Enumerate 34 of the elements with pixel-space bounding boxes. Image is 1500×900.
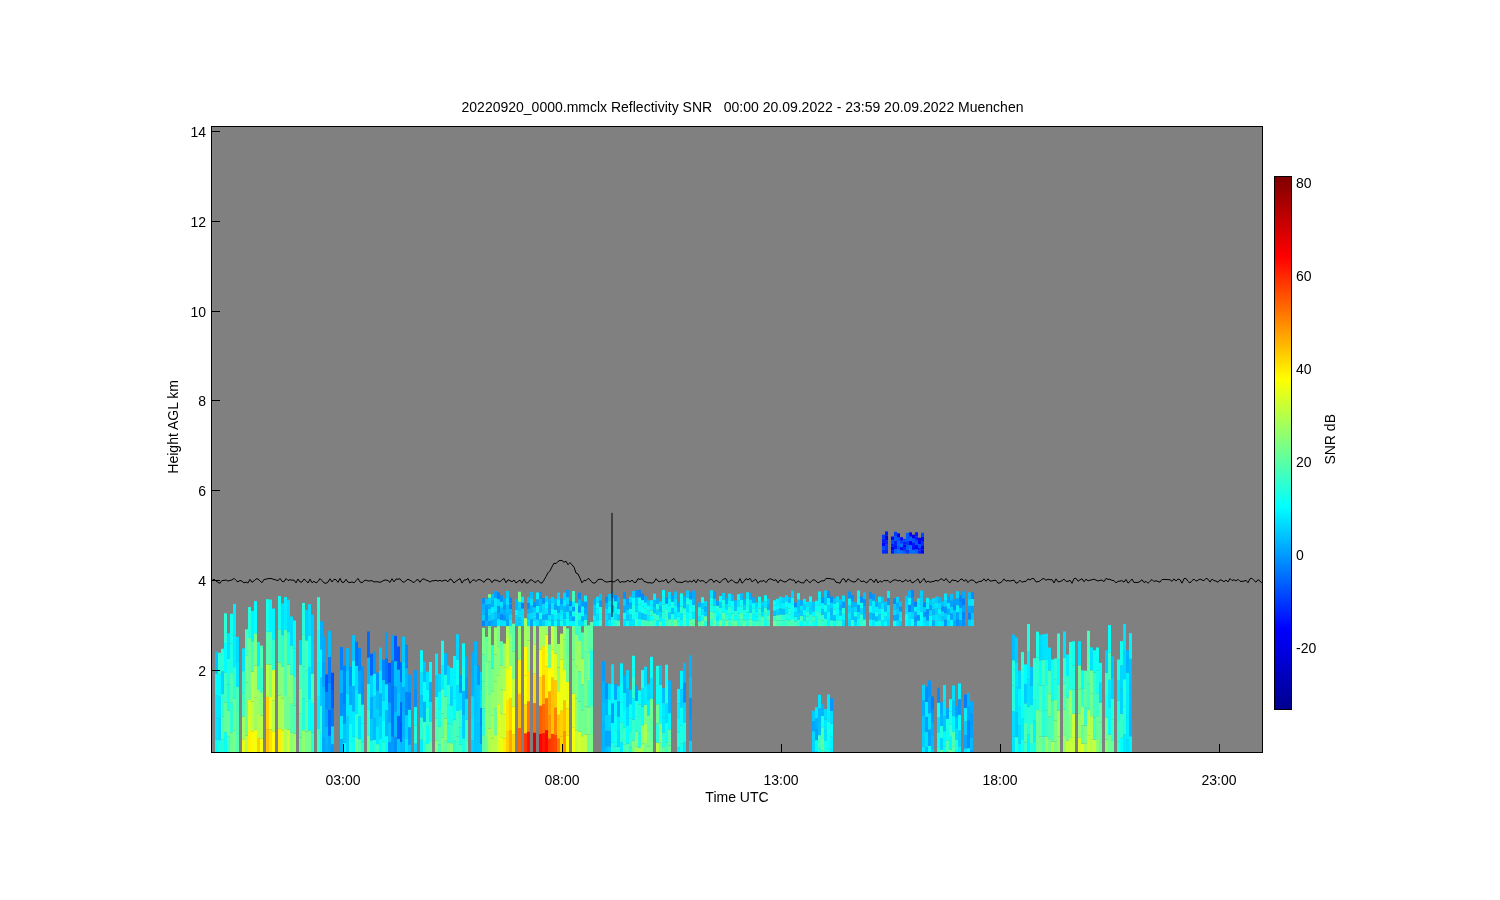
x-tick-label: 18:00 bbox=[981, 771, 1019, 790]
y-tick-label: 12 bbox=[189, 212, 206, 232]
y-tick-mark bbox=[212, 220, 220, 222]
x-axis-label: Time UTC bbox=[704, 788, 770, 807]
colorbar-tick-label: 80 bbox=[1296, 174, 1312, 193]
x-tick-label: 08:00 bbox=[543, 771, 581, 790]
y-tick-label: 14 bbox=[189, 123, 206, 142]
x-tick-mark bbox=[1000, 744, 1001, 752]
y-tick-mark bbox=[212, 131, 220, 132]
y-tick-label: 8 bbox=[197, 392, 206, 412]
x-tick-label: 23:00 bbox=[1200, 771, 1238, 790]
y-tick-mark bbox=[212, 580, 220, 581]
x-tick-label: 13:00 bbox=[762, 771, 800, 790]
y-tick-mark bbox=[212, 400, 220, 402]
x-tick-label: 03:00 bbox=[324, 771, 362, 790]
y-tick-label: 6 bbox=[197, 482, 206, 502]
colorbar-tick-label: 60 bbox=[1296, 267, 1312, 286]
y-axis-label: Height AGL km bbox=[164, 380, 182, 474]
x-tick-mark bbox=[562, 744, 563, 752]
y-tick-mark bbox=[212, 669, 220, 671]
colorbar-tick-label: -20 bbox=[1296, 639, 1317, 658]
chart-title: 20220920_0000.mmclx Reflectivity SNR 00:00 20.09.2022 - 23:59 20.09.2022 Muenchen bbox=[460, 98, 1025, 117]
y-tick-label: 2 bbox=[197, 661, 206, 681]
x-tick-mark bbox=[781, 744, 782, 752]
y-tick-label: 10 bbox=[189, 302, 206, 322]
colorbar-tick-label: 40 bbox=[1296, 360, 1312, 379]
colorbar-tick-label: 20 bbox=[1296, 453, 1312, 472]
y-tick-label: 4 bbox=[197, 572, 206, 591]
x-tick-mark bbox=[343, 744, 344, 752]
y-tick-mark bbox=[212, 310, 220, 312]
x-tick-mark bbox=[1219, 744, 1220, 752]
y-tick-mark bbox=[212, 490, 220, 492]
colorbar-label: SNR dB bbox=[1321, 414, 1339, 465]
colorbar-tick-label: 0 bbox=[1296, 546, 1304, 565]
